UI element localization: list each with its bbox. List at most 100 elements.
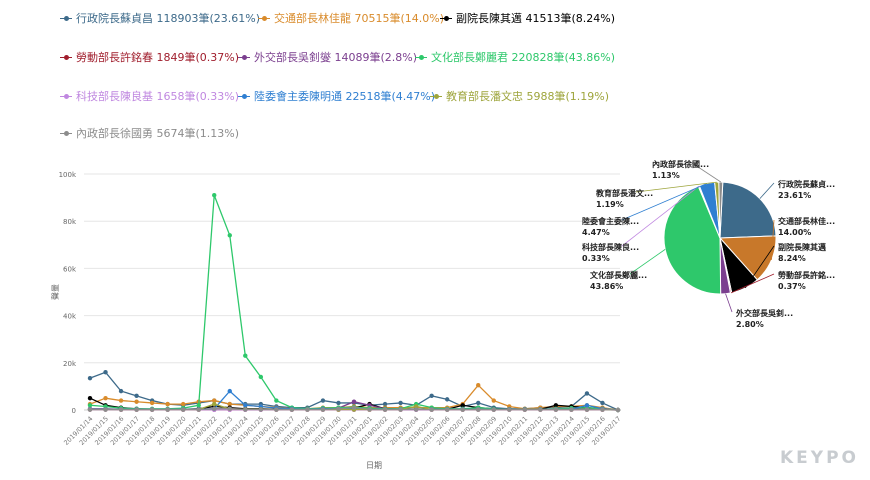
pie-leader-line (759, 182, 775, 199)
pie-value: 1.19% (596, 200, 624, 209)
pie-label: 行政院長蘇貞... (777, 179, 835, 189)
data-point (351, 405, 357, 410)
data-point (382, 407, 388, 412)
legend-marker (60, 53, 72, 61)
data-point (336, 400, 341, 406)
pie-value: 23.61% (778, 191, 811, 200)
legend-label: 行政院長蘇貞昌 118903筆(23.61%) (76, 12, 261, 25)
data-point (149, 407, 155, 412)
data-point (227, 233, 232, 238)
y-tick-label: 0 (72, 407, 76, 415)
pie-label: 科技部長陳良... (582, 242, 639, 252)
data-point (600, 400, 605, 406)
legend-marker (238, 92, 250, 100)
legend-marker (440, 14, 452, 22)
data-point (87, 396, 93, 401)
legend-item[interactable]: 交通部長林佳龍 70515筆(14.0%) (258, 10, 444, 26)
data-point (243, 353, 248, 358)
legend-marker (430, 92, 442, 100)
data-point (553, 407, 559, 412)
data-point (165, 401, 170, 407)
pie-label: 文化部長鄭麗... (590, 270, 647, 280)
data-point (118, 398, 124, 403)
data-point (584, 407, 590, 412)
data-point (398, 400, 403, 406)
pie-label: 陸委會主委陳... (582, 216, 639, 226)
y-tick-label: 80k (63, 218, 77, 226)
pie-label: 副院長陳其邁 (778, 242, 826, 252)
data-point (289, 407, 295, 412)
keypo-logo: KEYPO (780, 448, 860, 468)
data-point (320, 398, 326, 403)
data-point (87, 403, 93, 408)
legend-item[interactable]: 外交部長吳釗燮 14089筆(2.8%) (238, 49, 417, 65)
pie-value: 4.47% (582, 228, 610, 237)
pie-chart: 行政院長蘇貞... 23.61% 交通部長林佳... 14.00% 副院長陳其邁 8.24… (582, 159, 835, 329)
data-point (134, 393, 139, 399)
data-point (243, 403, 248, 408)
data-point (522, 407, 528, 412)
data-point (196, 407, 201, 412)
data-point (600, 407, 605, 412)
pie-label: 教育部長潘文... (595, 188, 653, 198)
data-point (460, 407, 465, 412)
legend-marker (238, 53, 250, 61)
data-point (118, 388, 124, 394)
data-point (87, 407, 93, 412)
data-point (491, 398, 496, 403)
legend-item[interactable]: 行政院長蘇貞昌 118903筆(23.61%) (60, 10, 260, 26)
pie-label: 外交部長吳釗... (736, 308, 793, 318)
data-point (444, 397, 450, 402)
legend-item[interactable]: 教育部長潘文忠 5988筆(1.19%) (430, 88, 609, 104)
legend: 行政院長蘇貞昌 118903筆(23.61%) 交通部長林佳龍 70515筆(14… (0, 0, 640, 150)
data-point (476, 383, 481, 388)
data-point (320, 407, 326, 412)
data-point (243, 407, 248, 412)
data-point (398, 407, 403, 412)
legend-item[interactable]: 內政部長徐國勇 5674筆(1.13%) (60, 125, 239, 141)
data-point (149, 400, 155, 406)
legend-label: 陸委會主委陳明通 22518筆(4.47%) (254, 90, 436, 103)
legend-label: 交通部長林佳龍 70515筆(14.0%) (274, 12, 445, 25)
data-point (227, 406, 232, 412)
pie-value: 0.37% (778, 282, 806, 291)
data-point (274, 407, 279, 412)
pie-value: 14.00% (778, 228, 811, 237)
data-point (212, 406, 217, 412)
data-point (584, 403, 590, 408)
data-point (180, 401, 186, 407)
pie-label: 勞動部長許銘... (778, 270, 835, 280)
legend-marker (258, 14, 270, 22)
legend-item[interactable]: 科技部長陳良基 1658筆(0.33%) (60, 88, 239, 104)
data-point (103, 407, 108, 412)
legend-item[interactable]: 文化部長鄭麗君 220828筆(43.86%) (415, 49, 615, 65)
legend-item[interactable]: 副院長陳其邁 41513筆(8.24%) (440, 10, 615, 26)
pie-value: 0.33% (582, 254, 610, 263)
data-point (212, 193, 217, 198)
legend-marker (60, 129, 72, 137)
data-point (87, 375, 93, 381)
legend-item[interactable]: 陸委會主委陳明通 22518筆(4.47%) (238, 88, 435, 104)
data-point (476, 400, 481, 406)
data-point (103, 370, 108, 375)
legend-label: 外交部長吳釗燮 14089筆(2.8%) (254, 51, 418, 64)
data-point (212, 401, 217, 407)
data-point (305, 407, 310, 412)
legend-label: 內政部長徐國勇 5674筆(1.13%) (76, 127, 240, 140)
data-point (165, 407, 170, 412)
pie-value: 2.80% (736, 320, 764, 329)
legend-item[interactable]: 勞動部長許銘春 1849筆(0.37%) (60, 49, 239, 65)
pie-value: 1.13% (652, 171, 680, 180)
pie-label: 內政部長徐國... (652, 159, 709, 169)
legend-marker (60, 14, 72, 22)
data-point (507, 407, 512, 412)
data-point (103, 396, 108, 401)
pie-label: 交通部長林佳... (778, 216, 835, 226)
y-axis-label: 聲量 (51, 284, 60, 300)
data-point (367, 407, 372, 412)
y-tick-label: 20k (63, 360, 77, 368)
data-point (258, 374, 264, 380)
legend-label: 文化部長鄭麗君 220828筆(43.86%) (431, 51, 616, 64)
x-axis-label: 日期 (366, 461, 382, 470)
y-tick-label: 60k (63, 265, 77, 273)
